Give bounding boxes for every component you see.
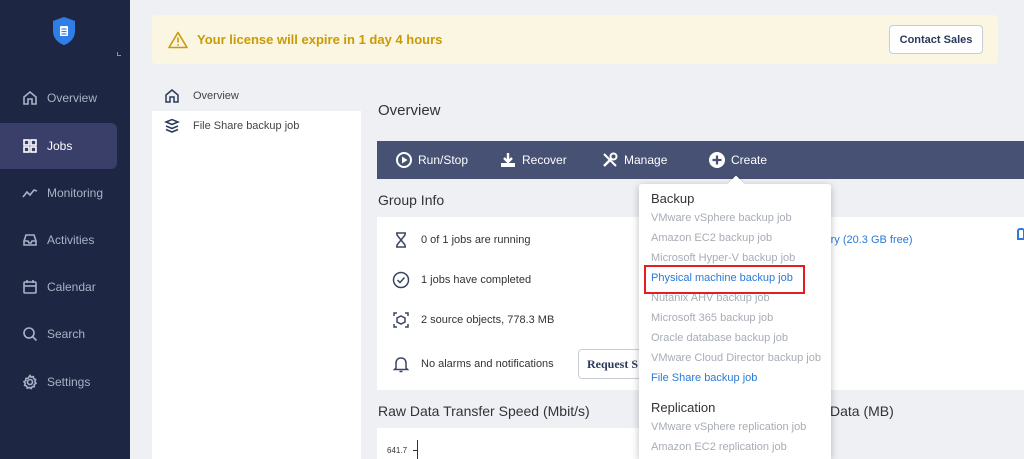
group-info-title: Group Info xyxy=(378,192,445,208)
create-dropdown-menu: Backup VMware vSphere backup job Amazon … xyxy=(639,175,831,459)
sidebar-item-label: Overview xyxy=(47,91,98,105)
sidebar-item-label: Calendar xyxy=(47,280,96,294)
plus-circle-icon xyxy=(709,152,725,168)
sidebar-item-calendar[interactable]: Calendar xyxy=(0,264,117,310)
y-axis-tick-label: 641.7 xyxy=(387,446,408,455)
tree-item-overview[interactable]: Overview xyxy=(164,88,239,104)
manage-label: Manage xyxy=(624,153,668,167)
data-chart-title: Data (MB) xyxy=(830,403,894,419)
collapse-handle-icon[interactable] xyxy=(117,52,121,56)
gear-icon xyxy=(22,374,38,390)
sidebar-item-label: Search xyxy=(47,327,86,341)
highlight-annotation-box xyxy=(644,265,805,294)
backup-section-header: Backup xyxy=(651,191,695,206)
create-label: Create xyxy=(731,153,768,167)
inbox-tray-icon xyxy=(22,232,38,248)
calendar-icon xyxy=(22,279,38,295)
sidebar-item-monitoring[interactable]: Monitoring xyxy=(0,170,117,216)
recover-button[interactable]: Recover xyxy=(499,141,567,179)
file-share-stack-icon xyxy=(164,118,180,133)
license-banner: Your license will expire in 1 day 4 hour… xyxy=(152,15,998,64)
sidebar-item-label: Settings xyxy=(47,375,91,389)
job-toolbar: Run/Stop Recover Manage Create xyxy=(377,141,1024,179)
shield-logo-icon xyxy=(53,17,75,45)
tools-icon xyxy=(603,152,618,167)
source-objects-icon xyxy=(393,312,409,328)
menu-item-file-share-backup-job[interactable]: File Share backup job xyxy=(651,372,757,384)
jobs-grid-icon xyxy=(22,138,38,154)
transfer-speed-title: Raw Data Transfer Speed (Mbit/s) xyxy=(378,403,590,419)
play-circle-icon xyxy=(396,152,412,168)
menu-item-vmware-vsphere-replication-job[interactable]: VMware vSphere replication job xyxy=(651,421,806,433)
menu-item-amazon-ec2-backup-job[interactable]: Amazon EC2 backup job xyxy=(651,232,772,244)
trend-line-icon xyxy=(22,185,38,201)
sidebar-item-label: Jobs xyxy=(47,139,73,153)
menu-item-amazon-ec2-replication-job[interactable]: Amazon EC2 replication job xyxy=(651,441,787,453)
repository-link[interactable]: itory (20.3 GB free) xyxy=(819,234,913,246)
license-message: Your license will expire in 1 day 4 hour… xyxy=(197,32,443,47)
check-circle-icon xyxy=(392,271,410,289)
page-title: Overview xyxy=(378,102,441,119)
sidebar-item-settings[interactable]: Settings xyxy=(0,359,117,405)
sidebar-item-label: Activities xyxy=(47,233,95,247)
bell-icon xyxy=(392,357,410,373)
sidebar-item-label: Monitoring xyxy=(47,186,104,200)
run-stop-button[interactable]: Run/Stop xyxy=(395,141,468,179)
sidebar-item-activities[interactable]: Activities xyxy=(0,217,117,263)
menu-item-vmware-cloud-director-backup-job[interactable]: VMware Cloud Director backup job xyxy=(651,352,821,364)
source-objects-text: 2 source objects, 778.3 MB xyxy=(421,314,555,326)
alarms-text: No alarms and notifications xyxy=(421,358,554,370)
repository-icon xyxy=(1017,228,1024,240)
recover-label: Recover xyxy=(522,153,567,167)
tree-item-file-share-backup-job[interactable]: File Share backup job xyxy=(164,118,299,134)
completed-jobs-row: 1 jobs have completed xyxy=(392,271,531,289)
search-icon xyxy=(22,326,38,342)
home-icon xyxy=(165,89,179,103)
sidebar-item-jobs[interactable]: Jobs xyxy=(0,123,117,169)
manage-button[interactable]: Manage xyxy=(601,141,667,179)
menu-item-oracle-database-backup-job[interactable]: Oracle database backup job xyxy=(651,332,788,344)
run-stop-label: Run/Stop xyxy=(418,153,469,167)
tree-item-label: Overview xyxy=(193,90,239,102)
tree-item-label: File Share backup job xyxy=(193,120,300,132)
transfer-speed-chart: 641.7 xyxy=(377,428,639,459)
menu-item-microsoft-365-backup-job[interactable]: Microsoft 365 backup job xyxy=(651,312,773,324)
menu-item-vmware-vsphere-backup-job[interactable]: VMware vSphere backup job xyxy=(651,212,792,224)
source-objects-row: 2 source objects, 778.3 MB xyxy=(392,311,554,329)
y-axis-line xyxy=(417,440,418,459)
sidebar: Overview Jobs Monitoring Activities Cale… xyxy=(0,0,130,459)
running-jobs-text: 0 of 1 jobs are running xyxy=(421,234,531,246)
running-jobs-row: 0 of 1 jobs are running xyxy=(392,231,530,249)
sidebar-item-search[interactable]: Search xyxy=(0,311,117,357)
alarms-row: No alarms and notifications xyxy=(392,355,554,373)
home-icon xyxy=(22,90,38,106)
sidebar-item-overview[interactable]: Overview xyxy=(0,75,117,121)
download-tray-icon xyxy=(501,153,515,167)
create-button[interactable]: Create xyxy=(708,141,767,179)
hourglass-icon xyxy=(396,232,406,248)
job-tree-panel: Overview File Share backup job xyxy=(152,80,361,459)
contact-sales-button[interactable]: Contact Sales xyxy=(889,25,983,54)
menu-item-hyper-v-backup-job[interactable]: Microsoft Hyper-V backup job xyxy=(651,252,795,264)
completed-jobs-text: 1 jobs have completed xyxy=(421,274,532,286)
warning-icon xyxy=(168,31,188,48)
replication-section-header: Replication xyxy=(651,400,716,415)
